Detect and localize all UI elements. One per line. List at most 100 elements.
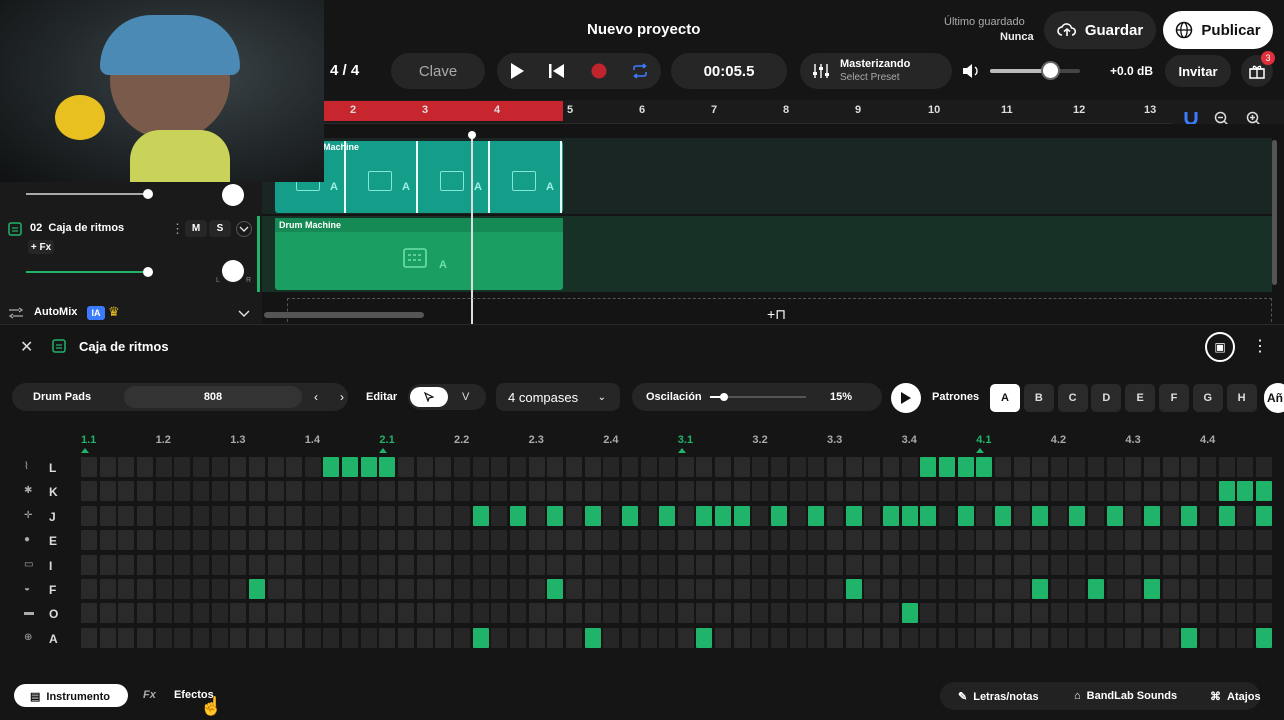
step-cell[interactable] [1255,457,1272,477]
step-cell[interactable] [1125,579,1142,599]
step-cell[interactable] [677,554,694,575]
step-cell[interactable] [1088,579,1105,599]
step-cell[interactable] [174,627,191,648]
step-cell[interactable] [286,481,303,502]
step-cell[interactable] [136,457,153,477]
step-cell[interactable] [584,579,601,599]
step-cell[interactable] [1200,554,1216,575]
step-cell[interactable] [621,579,638,599]
step-cell[interactable] [938,457,955,477]
step-cell[interactable] [118,481,135,502]
time-signature[interactable]: 4 / 4 [330,62,359,79]
step-cell[interactable] [416,627,433,648]
step-cell[interactable] [81,603,97,624]
pattern-f-button[interactable]: F [1159,384,1189,412]
step-cell[interactable] [454,627,470,648]
step-cell[interactable] [715,579,732,599]
step-cell[interactable] [920,627,937,648]
step-cell[interactable] [882,481,899,502]
step-cell[interactable] [864,505,881,526]
step-cell[interactable] [136,554,153,575]
loop-region[interactable] [324,101,563,121]
step-cell[interactable] [1181,603,1198,624]
step-cell[interactable] [1162,554,1179,575]
step-cell[interactable] [1200,603,1216,624]
step-cell[interactable] [379,530,396,551]
step-cell[interactable] [771,481,788,502]
step-cell[interactable] [659,505,676,526]
step-cell[interactable] [81,554,97,575]
step-cell[interactable] [808,530,825,551]
step-cell[interactable] [1088,457,1105,477]
add-track-icon[interactable]: +⊓ [767,306,786,323]
pattern-play-button[interactable] [891,383,921,413]
step-cell[interactable] [1237,627,1254,648]
step-cell[interactable] [509,627,526,648]
step-cell[interactable] [267,505,284,526]
step-cell[interactable] [99,554,116,575]
step-cell[interactable] [509,530,526,551]
step-cell[interactable] [827,530,843,551]
step-cell[interactable] [696,505,713,526]
step-cell[interactable] [565,603,582,624]
step-cell[interactable] [360,457,377,477]
step-cell[interactable] [416,481,433,502]
step-cell[interactable] [286,627,303,648]
step-cell[interactable] [976,481,993,502]
editor-menu-icon[interactable]: ⋮ [1252,336,1268,356]
step-cell[interactable] [509,554,526,575]
track-1-pan-knob[interactable] [222,184,244,206]
step-cell[interactable] [136,505,153,526]
step-cell[interactable] [715,627,732,648]
step-cell[interactable] [994,627,1011,648]
track-2-volume-thumb[interactable] [143,267,153,277]
step-cell[interactable] [528,457,545,477]
step-cell[interactable] [286,530,303,551]
step-cell[interactable] [192,505,209,526]
step-cell[interactable] [1218,457,1235,477]
step-cell[interactable] [1181,530,1198,551]
track-2-clip[interactable]: Drum Machine A [275,218,563,290]
step-cell[interactable] [267,579,284,599]
step-cell[interactable] [771,554,788,575]
step-cell[interactable] [267,481,284,502]
step-cell[interactable] [957,627,974,648]
step-cell[interactable] [454,481,470,502]
step-cell[interactable] [174,457,191,477]
step-cell[interactable] [938,530,955,551]
step-cell[interactable] [659,481,676,502]
step-cell[interactable] [1106,505,1123,526]
step-cell[interactable] [1069,481,1086,502]
step-cell[interactable] [192,554,209,575]
step-cell[interactable] [957,505,974,526]
step-cell[interactable] [155,505,172,526]
step-cell[interactable] [398,554,415,575]
step-cell[interactable] [1181,457,1198,477]
step-cell[interactable] [1237,579,1254,599]
kit-next-icon[interactable]: › [340,390,344,404]
step-cell[interactable] [286,505,303,526]
step-cell[interactable] [1013,627,1030,648]
step-cell[interactable] [360,554,377,575]
step-cell[interactable] [808,627,825,648]
step-cell[interactable] [752,481,769,502]
step-cell[interactable] [360,505,377,526]
step-cell[interactable] [267,603,284,624]
mastering-button[interactable]: Masterizando Select Preset [800,53,952,89]
step-cell[interactable] [1237,554,1254,575]
step-cell[interactable] [827,505,843,526]
step-cell[interactable] [491,603,508,624]
step-cell[interactable] [360,579,377,599]
step-cell[interactable] [286,554,303,575]
step-cell[interactable] [1050,603,1067,624]
step-cell[interactable] [603,554,620,575]
step-cell[interactable] [920,505,937,526]
track-1-volume-slider[interactable] [26,193,148,195]
step-cell[interactable] [528,627,545,648]
step-cell[interactable] [640,457,657,477]
step-cell[interactable] [211,481,228,502]
step-cell[interactable] [248,481,265,502]
step-cell[interactable] [379,627,396,648]
step-cell[interactable] [230,627,247,648]
step-cell[interactable] [547,579,564,599]
